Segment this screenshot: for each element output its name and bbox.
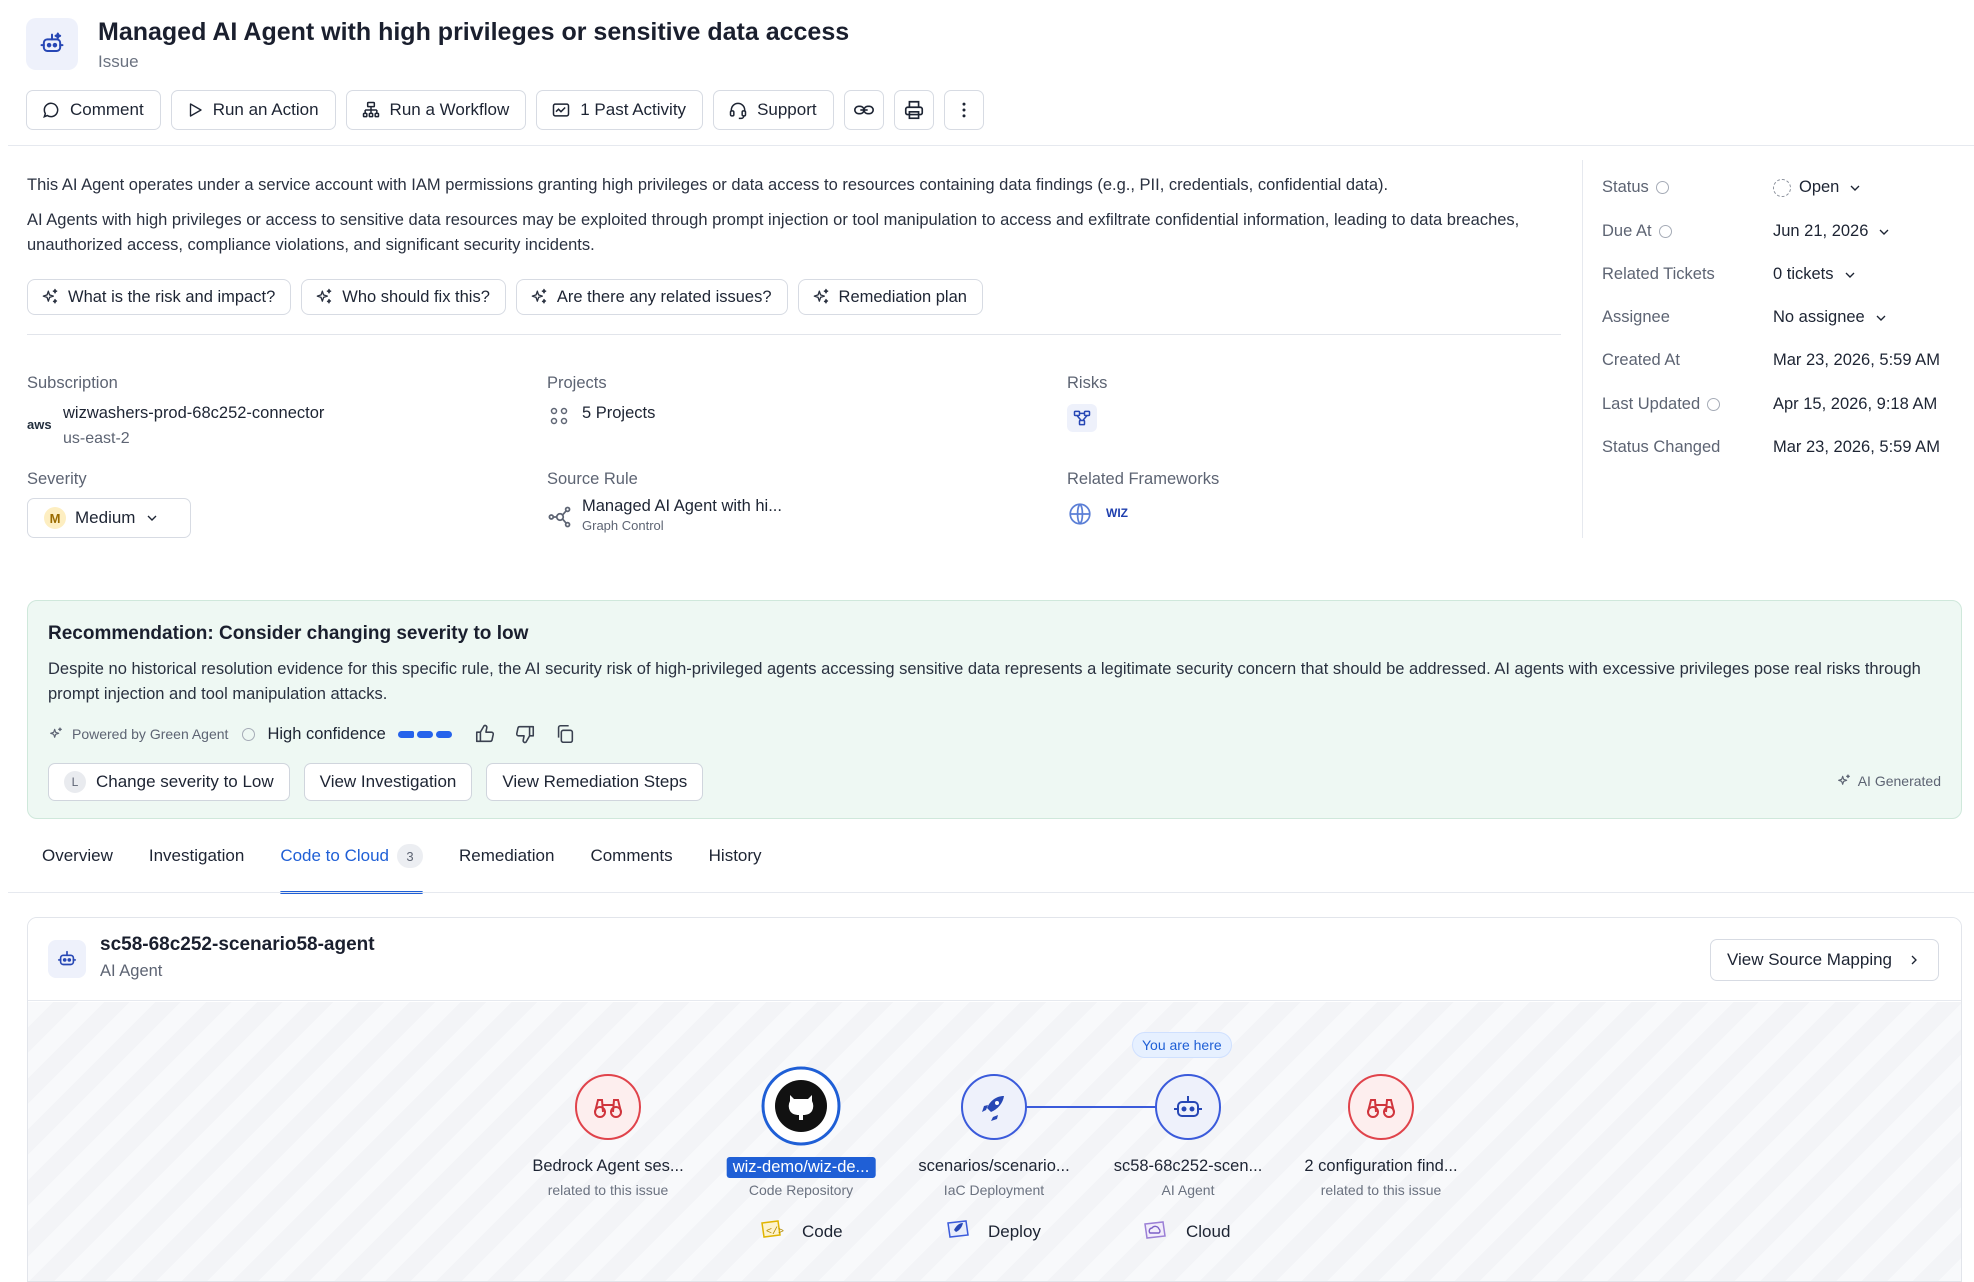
flow-node-label-selected[interactable]: wiz-demo/wiz-de...: [726, 1157, 876, 1178]
deploy-stage-label: Deploy: [988, 1222, 1041, 1241]
flow-node-label[interactable]: sc58-68c252-scen...: [1114, 1157, 1263, 1176]
flow-node-sub: related to this issue: [547, 1182, 669, 1198]
code-to-cloud-flow: </>: [575, 1066, 1414, 1239]
flow-node-label[interactable]: scenarios/scenario...: [918, 1157, 1069, 1176]
code-stage-label: Code: [802, 1222, 843, 1241]
cloud-stage-label: Cloud: [1186, 1222, 1231, 1241]
flow-node-bedrock[interactable]: [575, 1074, 641, 1140]
svg-text:</>: </>: [766, 1226, 784, 1238]
flow-node-config-findings[interactable]: [1348, 1074, 1414, 1140]
flow-node-sub: AI Agent: [1161, 1182, 1215, 1198]
code-stage-icon: </>: [761, 1220, 784, 1238]
flow-node-iac-deployment[interactable]: [961, 1074, 1027, 1140]
cloud-stage-icon: [1144, 1221, 1166, 1239]
flow-node-repository[interactable]: [761, 1066, 841, 1146]
flow-node-ai-agent[interactable]: [1155, 1074, 1221, 1140]
flow-node-sub: IaC Deployment: [943, 1182, 1045, 1198]
flow-node-sub: related to this issue: [1320, 1182, 1442, 1198]
flow-node-label[interactable]: 2 configuration find...: [1304, 1157, 1457, 1176]
flow-node-sub: Code Repository: [748, 1182, 854, 1198]
flow-node-label[interactable]: Bedrock Agent ses...: [532, 1157, 683, 1176]
you-are-here-badge: You are here: [1132, 1032, 1232, 1058]
deploy-stage-icon: [947, 1220, 969, 1238]
